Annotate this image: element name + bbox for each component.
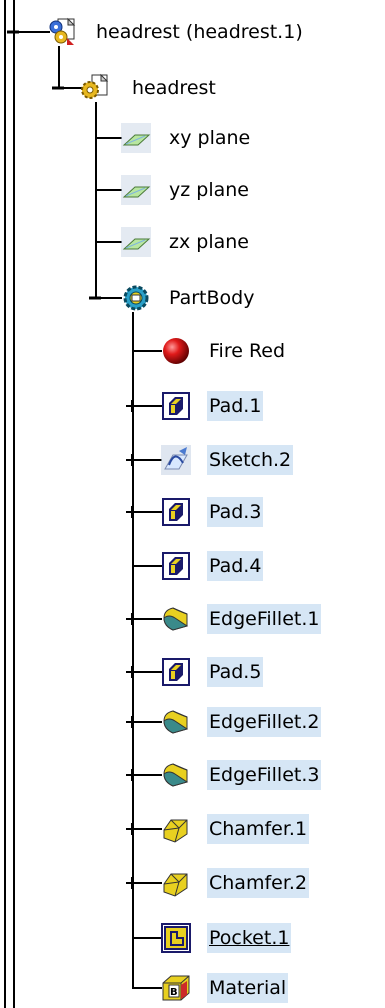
part-icon [80,73,110,103]
plane-connector [95,137,122,139]
feature-node-label[interactable]: EdgeFillet.1 [207,604,322,634]
plane-icon [121,123,151,153]
material-sphere-icon [161,336,191,366]
material-icon: B [161,973,191,1003]
expand-toggle-icon[interactable] [126,877,138,889]
feature-node-label[interactable]: Chamfer.1 [207,814,310,844]
feature-node-label[interactable]: Pad.1 [207,391,264,421]
expand-toggle-icon[interactable] [126,769,138,781]
pad-icon [161,391,191,421]
feature-connector [132,565,162,567]
plane-connector [95,241,122,243]
feature-node-label[interactable]: Pad.4 [207,551,264,581]
feature-node-label[interactable]: EdgeFillet.2 [207,707,322,737]
root-node-label[interactable]: headrest (headrest.1) [94,17,305,47]
feature-node-label[interactable]: Chamfer.2 [207,868,310,898]
part-node-label[interactable]: headrest [130,73,218,103]
plane-icon [121,175,151,205]
plane-node-label[interactable]: xy plane [167,123,252,153]
expand-toggle-icon[interactable] [126,716,138,728]
edgefillet-icon [161,760,191,790]
edgefillet-icon [161,604,191,634]
feature-node-label[interactable]: EdgeFillet.3 [207,760,322,790]
chamfer-icon [161,868,191,898]
feature-node-label[interactable]: Pocket.1 [207,923,292,953]
feature-node-label[interactable]: Material [207,973,289,1003]
chamfer-icon [161,814,191,844]
tree-root-connector-line [13,0,15,1008]
expand-toggle-icon[interactable] [126,454,138,466]
feature-connector [132,350,162,352]
expand-toggle-icon[interactable] [126,400,138,412]
feature-connector [132,937,162,939]
plane-node-label[interactable]: zx plane [167,227,251,257]
partbody-icon [121,283,151,313]
pad-icon [161,497,191,527]
partbody-node-label[interactable]: PartBody [167,283,256,313]
product-icon [48,17,78,47]
expand-toggle-icon[interactable] [126,613,138,625]
plane-icon [121,227,151,257]
feature-node-label[interactable]: Pad.3 [207,497,264,527]
feature-node-label[interactable]: Pad.5 [207,657,264,687]
edgefillet-icon [161,707,191,737]
pad-icon [161,551,191,581]
collapse-toggle-icon[interactable] [52,82,64,94]
plane-connector [95,189,122,191]
expand-toggle-icon[interactable] [126,823,138,835]
specification-tree: headrest (headrest.1) headrest xy plane yz … [0,0,385,1008]
feature-connector [132,987,162,989]
tree-left-border [4,0,6,1008]
feature-node-label[interactable]: Sketch.2 [207,445,294,475]
expand-toggle-icon[interactable] [126,506,138,518]
pad-icon [161,657,191,687]
expand-toggle-icon[interactable] [126,666,138,678]
sketch-icon [161,445,191,475]
svg-text:B: B [170,987,178,998]
collapse-toggle-icon[interactable] [89,292,101,304]
plane-node-label[interactable]: yz plane [167,175,251,205]
part-children-line [95,102,97,298]
pocket-icon [161,923,191,953]
collapse-toggle-icon[interactable] [7,26,19,38]
feature-node-label[interactable]: Fire Red [207,336,287,366]
